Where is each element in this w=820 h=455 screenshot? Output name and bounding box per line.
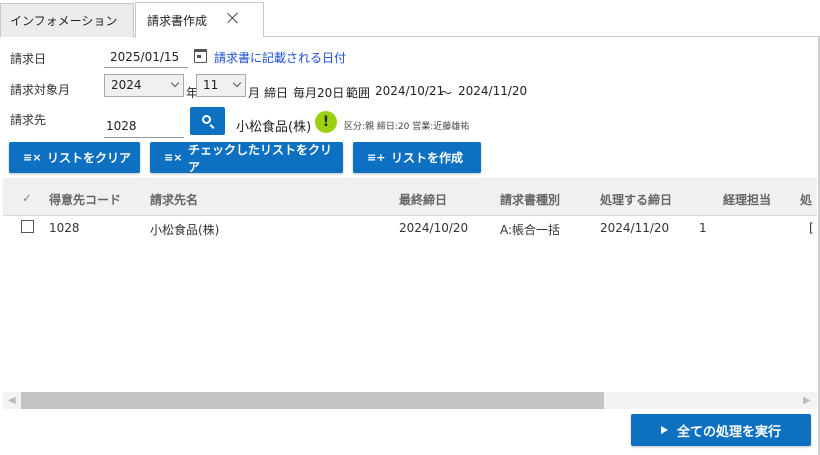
customer-label: 請求先 <box>10 113 47 127</box>
col-header-process-close[interactable]: 処理する締日 <box>600 191 672 208</box>
button-label: 全ての処理を実行 <box>677 424 782 440</box>
col-header-invoice-type[interactable]: 請求書種別 <box>500 191 560 208</box>
clear-list-icon: ≡× <box>23 151 42 164</box>
customer-search-button[interactable] <box>190 107 225 135</box>
tab-label: 請求書作成 <box>147 13 208 28</box>
tab-bar: インフォメーション 請求書作成 <box>0 0 820 38</box>
button-label: リストを作成 <box>391 151 464 165</box>
customer-name: 小松食品(株) <box>236 120 312 135</box>
execute-all-button[interactable]: 全ての処理を実行 <box>631 414 811 446</box>
col-header-accounting[interactable]: 経理担当 <box>723 191 771 208</box>
invoice-list-grid: ✓ 得意先コード 請求先名 最終締日 請求書種別 処理する締日 経理担当 処 1… <box>3 178 817 410</box>
cell-last-close: 2024/10/20 <box>399 221 469 235</box>
warning-icon[interactable]: ! <box>315 111 337 133</box>
play-icon <box>661 426 668 434</box>
cell-invoice-type: A:帳合一括 <box>500 223 561 237</box>
chevron-down-icon <box>233 80 241 88</box>
month-select[interactable]: 11 <box>196 74 246 97</box>
month-value: 11 <box>203 78 219 92</box>
customer-meta: 区分:親 締日:20 営業:近藤雄祐 <box>344 122 470 132</box>
col-header-customer-code[interactable]: 得意先コード <box>49 191 121 208</box>
range-start: 2024/10/21 <box>375 84 445 98</box>
invoice-date-hint-link[interactable]: 請求書に記載される日付 <box>214 49 346 66</box>
close-icon[interactable] <box>227 12 239 24</box>
closing-value: 毎月20日 <box>293 86 345 100</box>
chevron-down-icon <box>171 80 179 88</box>
customer-code-input[interactable]: 1028 <box>104 114 184 138</box>
col-header-billing-name[interactable]: 請求先名 <box>150 191 198 208</box>
row-checkbox[interactable] <box>21 220 34 233</box>
tab-information[interactable]: インフォメーション <box>0 3 134 37</box>
closing-label: 締日 <box>264 86 289 100</box>
clear-checked-button[interactable]: ≡× チェックしたリストをクリア <box>150 142 343 174</box>
scroll-left-arrow[interactable]: ◀ <box>8 395 16 406</box>
search-icon <box>202 115 211 124</box>
clear-list-icon: ≡× <box>164 151 183 164</box>
year-select[interactable]: 2024 <box>104 74 184 97</box>
invoice-date-field[interactable]: 2025/01/15 <box>104 46 188 68</box>
tab-invoice-creation[interactable]: 請求書作成 <box>135 2 264 38</box>
scrollbar-thumb[interactable] <box>21 392 604 409</box>
grid-header: ✓ 得意先コード 請求先名 最終締日 請求書種別 処理する締日 経理担当 処 <box>3 178 817 216</box>
clear-list-button[interactable]: ≡× リストをクリア <box>9 142 140 173</box>
button-label: チェックしたリストをクリア <box>188 142 333 174</box>
cell-customer-code: 1028 <box>49 221 80 235</box>
invoice-creation-window: インフォメーション 請求書作成 請求日 2025/01/15 請求書に記載される… <box>0 0 820 455</box>
year-value: 2024 <box>111 78 142 92</box>
target-month-label: 請求対象月 <box>10 83 71 97</box>
calendar-icon[interactable] <box>194 49 207 63</box>
horizontal-scrollbar[interactable]: ◀ ▶ <box>3 392 817 409</box>
table-row[interactable]: 1028 小松食品(株) 2024/10/20 A:帳合一括 2024/11/2… <box>3 217 817 239</box>
range-separator: 〜 <box>440 86 453 100</box>
range-end: 2024/11/20 <box>458 84 528 98</box>
col-header-last-close[interactable]: 最終締日 <box>399 191 447 208</box>
button-label: リストをクリア <box>47 151 132 165</box>
cell-extra: 1 <box>699 221 707 235</box>
cell-process-checkbox[interactable]: [ <box>809 221 814 235</box>
tab-label: インフォメーション <box>10 14 118 28</box>
cell-billing-name: 小松食品(株) <box>150 223 220 237</box>
cell-process-close: 2024/11/20 <box>600 221 670 235</box>
scroll-right-arrow[interactable]: ▶ <box>803 395 811 406</box>
create-list-button[interactable]: ≡+ リストを作成 <box>353 142 481 173</box>
range-label: 範囲 <box>346 86 371 100</box>
invoice-date-label: 請求日 <box>10 52 47 66</box>
check-all-header[interactable]: ✓ <box>22 191 32 205</box>
add-list-icon: ≡+ <box>367 151 386 164</box>
col-header-process[interactable]: 処 <box>800 191 812 208</box>
month-unit: 月 <box>248 86 261 100</box>
